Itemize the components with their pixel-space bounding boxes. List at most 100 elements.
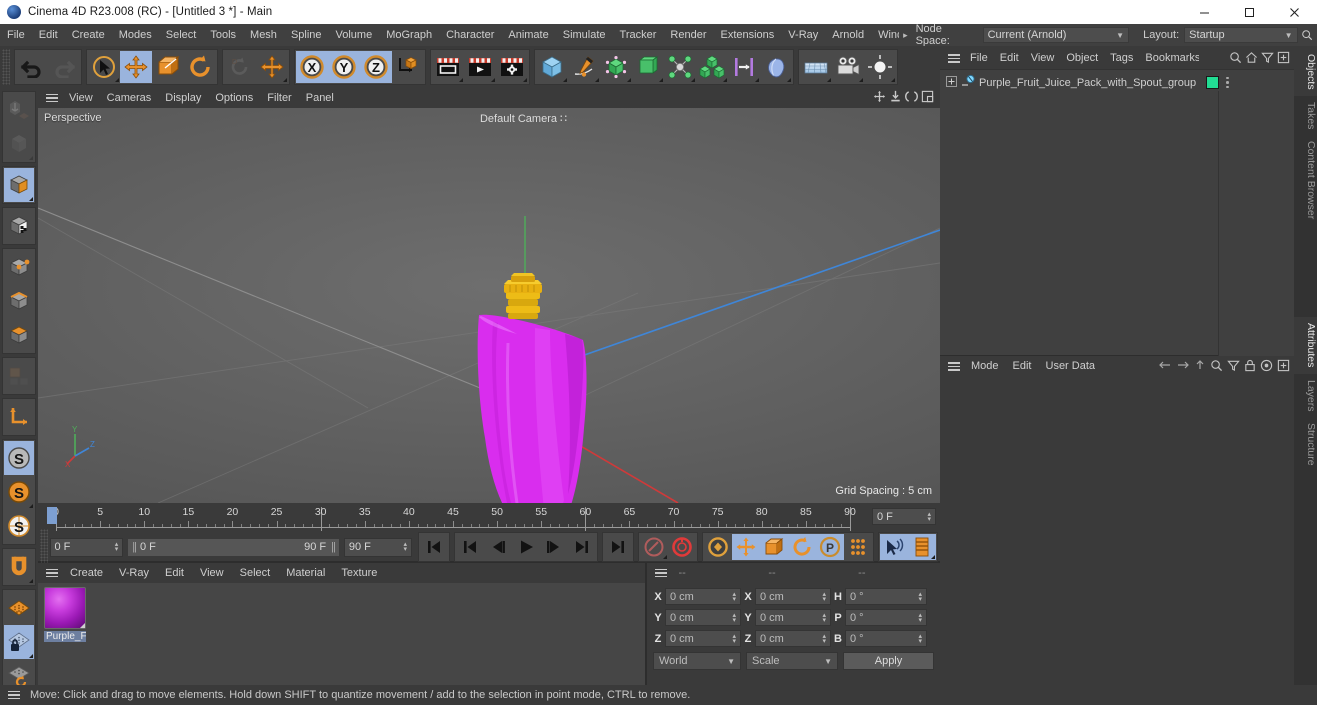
menu-item-tracker[interactable]: Tracker <box>613 24 664 46</box>
filter-icon[interactable] <box>1261 51 1274 67</box>
texture-mode-icon[interactable] <box>4 209 34 243</box>
viewport-menu-cameras[interactable]: Cameras <box>100 88 159 108</box>
menu-item-render[interactable]: Render <box>663 24 713 46</box>
material-swatch[interactable] <box>44 587 86 629</box>
filter-icon[interactable] <box>1227 359 1240 375</box>
y-axis-icon[interactable]: Y <box>328 51 360 83</box>
pos-x-input[interactable]: 0 cm ▴ ▾ <box>665 588 741 605</box>
plus-box-icon[interactable] <box>946 75 957 90</box>
spline-pen-icon[interactable] <box>568 51 600 83</box>
spinner-icon[interactable]: ▴ ▾ <box>403 541 407 553</box>
move-axis-icon[interactable] <box>256 51 288 83</box>
spinner-icon[interactable]: ▴ ▾ <box>115 541 119 553</box>
attr-menu-edit[interactable]: Edit <box>1006 356 1039 377</box>
playbar-grip[interactable] <box>40 529 48 565</box>
object-menu-file[interactable]: File <box>964 48 994 69</box>
deformer-icon[interactable] <box>760 51 792 83</box>
material-tag-icon[interactable] <box>1206 76 1220 89</box>
menu-item-animate[interactable]: Animate <box>501 24 555 46</box>
pos-y-input[interactable]: 0 cm ▴ ▾ <box>665 609 741 626</box>
apply-button[interactable]: Apply <box>843 652 934 670</box>
pan-icon[interactable] <box>873 90 886 106</box>
viewport-menu-view[interactable]: View <box>62 88 100 108</box>
render-view-icon[interactable] <box>432 51 464 83</box>
undo-icon[interactable] <box>16 51 48 83</box>
timeline-icon[interactable] <box>908 534 936 560</box>
maximize-view-icon[interactable] <box>921 90 934 106</box>
object-menu-object[interactable]: Object <box>1060 48 1104 69</box>
menu-item-create[interactable]: Create <box>65 24 112 46</box>
search-icon[interactable] <box>1298 29 1317 41</box>
search-icon[interactable] <box>1210 359 1223 375</box>
hamburger-icon[interactable] <box>944 49 964 69</box>
go-to-prev-key-icon[interactable] <box>456 534 484 560</box>
camera-axis-icon[interactable]: S <box>4 509 34 543</box>
hamburger-icon[interactable] <box>42 88 62 108</box>
spinner-icon[interactable]: ▴ ▾ <box>732 633 736 645</box>
go-to-next-key-icon[interactable] <box>568 534 596 560</box>
material-item[interactable]: Purple_F <box>44 587 86 642</box>
spinner-icon[interactable]: ▴ ▾ <box>822 633 826 645</box>
timeline-current-frame-field[interactable]: 0 F ▴ ▾ <box>872 508 936 525</box>
viewport-menu-display[interactable]: Display <box>158 88 208 108</box>
material-menu-view[interactable]: View <box>192 563 232 583</box>
sound-icon[interactable] <box>880 534 908 560</box>
material-list[interactable]: Purple_F <box>38 583 645 685</box>
zoom-icon[interactable] <box>889 90 902 106</box>
mograph-cloner-icon[interactable] <box>664 51 696 83</box>
tag-overflow-dots-icon[interactable] <box>1226 76 1229 89</box>
transform-mode-select[interactable]: Scale ▼ <box>746 652 838 670</box>
tab-attributes[interactable]: Attributes <box>1294 317 1317 374</box>
viewport-camera-label[interactable]: Default Camera ∷ <box>480 112 567 125</box>
maximize-button[interactable] <box>1227 0 1272 24</box>
spinner-icon[interactable]: ▴ ▾ <box>822 591 826 603</box>
edges-mode-icon[interactable] <box>4 284 34 318</box>
object-axis-icon[interactable]: S <box>4 475 34 509</box>
menu-item-character[interactable]: Character <box>439 24 501 46</box>
object-menu-bookmarks[interactable]: Bookmarks <box>1139 48 1199 69</box>
record-key-icon[interactable] <box>668 534 696 560</box>
autokey-icon[interactable] <box>640 534 668 560</box>
tab-structure[interactable]: Structure <box>1294 417 1317 472</box>
menu-item-select[interactable]: Select <box>159 24 204 46</box>
light-icon[interactable] <box>864 51 896 83</box>
keyframe-selection-icon[interactable] <box>704 534 732 560</box>
spinner-icon[interactable]: ▴ ▾ <box>918 633 922 645</box>
object-menu-edit[interactable]: Edit <box>994 48 1025 69</box>
menu-overflow-arrow[interactable]: ▸ <box>899 30 912 41</box>
material-menu-create[interactable]: Create <box>62 563 111 583</box>
move-icon[interactable] <box>120 51 152 83</box>
current-frame-input[interactable]: 0 F ▴ ▾ <box>49 537 124 557</box>
step-forward-icon[interactable] <box>540 534 568 560</box>
spinner-icon[interactable]: ▴ ▾ <box>822 612 826 624</box>
spinner-icon[interactable]: ▴ ▾ <box>927 511 931 523</box>
home-icon[interactable] <box>1245 51 1258 67</box>
render-settings-icon[interactable] <box>496 51 528 83</box>
menu-item-extensions[interactable]: Extensions <box>713 24 781 46</box>
enable-axis-icon[interactable] <box>4 400 34 434</box>
size-z-input[interactable]: 0 cm ▴ ▾ <box>755 630 831 647</box>
position-key-icon[interactable] <box>732 534 760 560</box>
tab-layers[interactable]: Layers <box>1294 374 1317 418</box>
rotation-key-icon[interactable] <box>788 534 816 560</box>
forward-arrow-icon[interactable] <box>1176 359 1190 374</box>
size-y-input[interactable]: 0 cm ▴ ▾ <box>755 609 831 626</box>
spinner-icon[interactable]: ▴ ▾ <box>732 591 736 603</box>
material-menu-select[interactable]: Select <box>232 563 279 583</box>
search-icon[interactable] <box>1229 51 1242 67</box>
object-mode-icon[interactable] <box>4 168 34 202</box>
go-to-end-icon[interactable] <box>604 534 632 560</box>
menu-item-modes[interactable]: Modes <box>112 24 159 46</box>
live-selection-icon[interactable] <box>88 51 120 83</box>
floor-icon[interactable] <box>800 51 832 83</box>
viewport-menu-options[interactable]: Options <box>208 88 260 108</box>
tab-content-browser[interactable]: Content Browser <box>1294 135 1317 225</box>
menu-item-arnold[interactable]: Arnold <box>825 24 871 46</box>
material-menu-material[interactable]: Material <box>278 563 333 583</box>
scale-key-icon[interactable] <box>760 534 788 560</box>
toolbar-grip[interactable] <box>2 49 10 85</box>
scale-icon[interactable] <box>152 51 184 83</box>
menu-item-simulate[interactable]: Simulate <box>556 24 613 46</box>
layout-select[interactable]: Startup ▼ <box>1184 27 1298 43</box>
object-name[interactable]: Purple_Fruit_Juice_Pack_with_Spout_group <box>979 77 1196 89</box>
